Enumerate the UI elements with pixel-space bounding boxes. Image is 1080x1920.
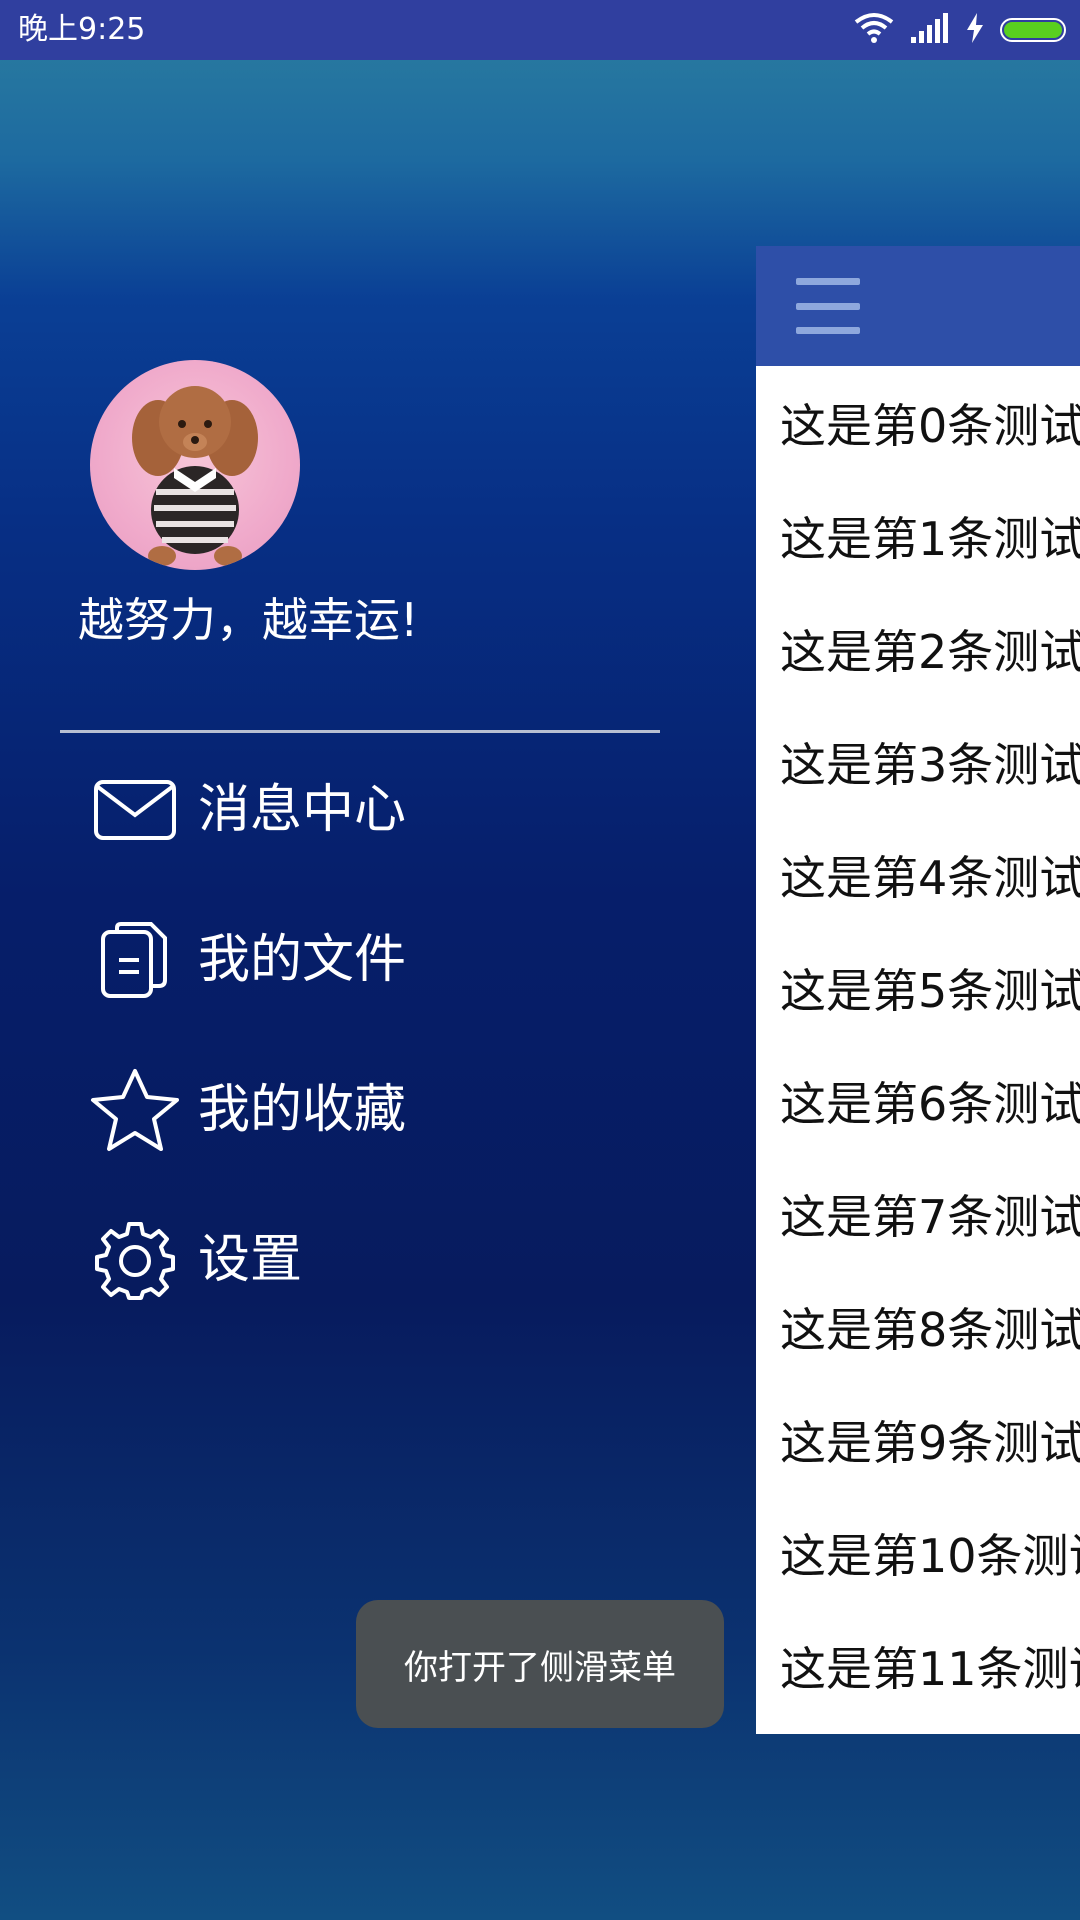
signal-icon [910,13,950,47]
status-bar: 晚上9:25 [0,0,1080,60]
list-item[interactable]: 这是第11条测试 [756,1609,1080,1722]
list-item[interactable]: 这是第4条测试 [756,818,1080,931]
list-item[interactable]: 这是第5条测试 [756,931,1080,1044]
menu-label-favorites: 我的收藏 [198,1080,407,1140]
menu-item-favorites[interactable]: 我的收藏 [88,1055,648,1165]
files-icon [88,913,182,1007]
list-item[interactable]: 这是第7条测试 [756,1157,1080,1270]
status-time: 晚上9:25 [18,12,146,47]
battery-icon [1000,18,1066,42]
motto-text: 越努力，越幸运! [78,593,419,647]
status-icons [854,12,1066,48]
poodle-avatar [132,386,258,566]
list-item[interactable]: 这是第2条测试 [756,592,1080,705]
divider [60,730,660,733]
menu-icon[interactable] [796,278,860,334]
menu-item-messages[interactable]: 消息中心 [88,755,648,865]
list-item[interactable]: 这是第3条测试 [756,705,1080,818]
battery-level [1004,22,1062,38]
menu-icon-bar [796,302,860,310]
gear-icon [88,1213,182,1307]
wifi-icon [854,12,894,48]
list-item[interactable]: 这是第8条测试 [756,1270,1080,1383]
test-list: 这是第0条测试 这是第1条测试 这是第2条测试 这是第3条测试 这是第4条测试 … [756,366,1080,1722]
screen: 晚上9:25 越努力，越幸运! 消息中心 我的文件 我的收藏 设置 这是第0条测… [0,0,1080,1920]
toolbar [756,246,1080,366]
mail-icon [88,763,182,857]
list-item[interactable]: 这是第10条测试 [756,1496,1080,1609]
list-item[interactable]: 这是第9条测试 [756,1383,1080,1496]
list-item[interactable]: 这是第0条测试 [756,366,1080,479]
star-icon [88,1063,182,1157]
menu-icon-bar [796,278,860,285]
list-item[interactable]: 这是第6条测试 [756,1044,1080,1157]
menu-icon-bar [796,327,860,334]
menu-item-files[interactable]: 我的文件 [88,905,648,1015]
menu-label-settings: 设置 [198,1230,303,1290]
avatar[interactable] [90,360,300,570]
menu-item-settings[interactable]: 设置 [88,1205,648,1315]
list-item[interactable]: 这是第1条测试 [756,479,1080,592]
toast-message: 你打开了侧滑菜单 [356,1600,724,1728]
menu-label-files: 我的文件 [198,930,407,990]
main-content-panel[interactable]: 这是第0条测试 这是第1条测试 这是第2条测试 这是第3条测试 这是第4条测试 … [756,246,1080,1734]
menu-label-messages: 消息中心 [198,780,407,840]
charging-icon [966,13,984,47]
